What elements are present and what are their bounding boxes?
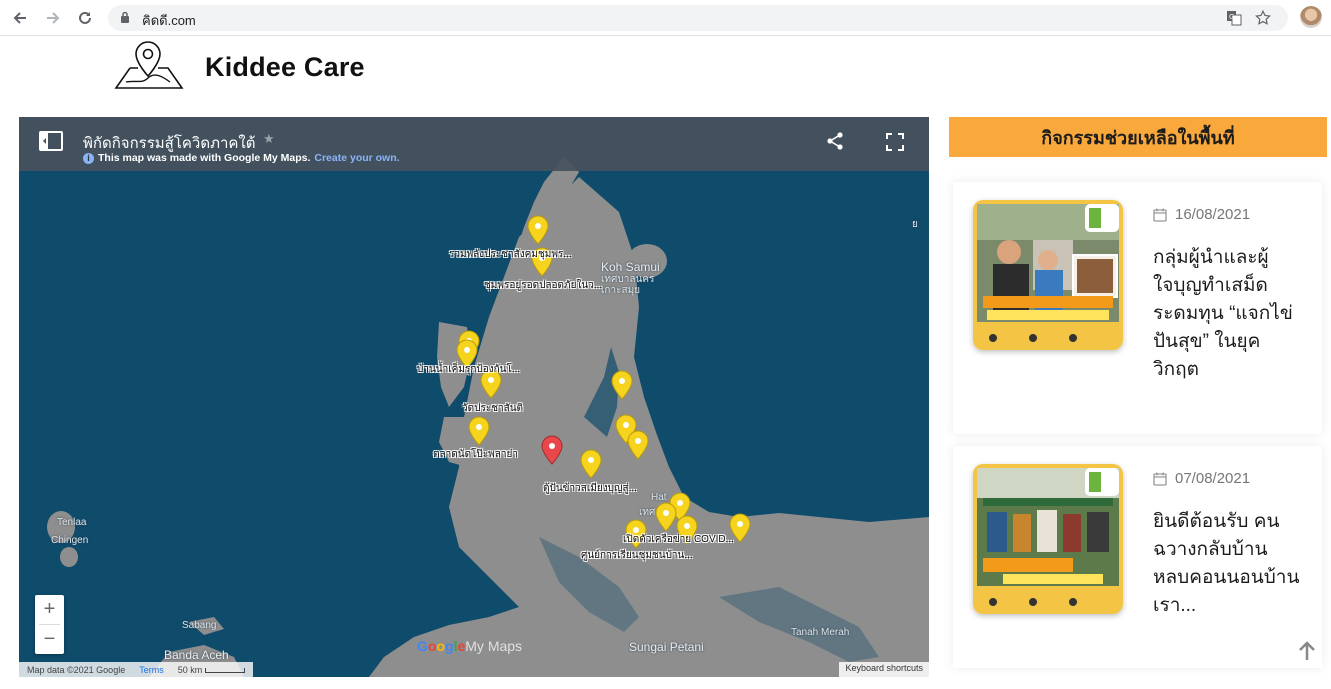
place-label-koh-samui: Koh Samui [601,260,660,274]
place-label-koh-samui-th: เทศบาลนคร เกาะสมุย [601,274,655,296]
map-title-bar: พิกัดกิจกรรมสู้โควิดภาคใต้ ★ i This map … [19,117,929,171]
logo-mymaps: My Maps [465,638,523,654]
share-icon[interactable] [825,131,845,156]
calendar-icon [1153,208,1167,222]
logo-letter: o [436,638,446,654]
place-label-banda-aceh: Banda Aceh [164,648,229,662]
map-data-credit: Map data ©2021 Google [27,664,126,675]
map-star-icon[interactable]: ★ [263,131,275,147]
browser-toolbar: คิดดี.com G [0,0,1331,36]
place-label-sungai-petani: Sungai Petani [629,640,704,654]
map-subtitle: i This map was made with Google My Maps.… [83,152,400,164]
map-pin-yellow[interactable] [580,449,602,479]
zoom-in-button[interactable]: + [35,595,64,624]
scale-bar: 50 km [178,665,245,675]
map-land [19,117,929,677]
zoom-out-button[interactable]: − [35,625,64,654]
map-legend-toggle-icon[interactable] [39,131,63,156]
calendar-icon [1153,472,1167,486]
bookmark-star-icon[interactable] [1254,9,1272,32]
map-pin-yellow[interactable] [611,370,633,400]
reload-icon[interactable] [73,6,97,30]
translate-icon[interactable]: G [1226,10,1242,31]
place-label-chingen: Chingen [51,535,89,546]
pin-label[interactable]: ศูนย์การเรียนชุมชนบ้าน... [581,548,693,563]
pin-label[interactable]: บ้านน้ำเค็มรุกป้องกันโ... [417,362,520,377]
svg-text:G: G [1229,13,1234,21]
news-card[interactable]: 16/08/2021 กลุ่มผู้นำและผู้ใจบุญทำเสม็ดร… [953,182,1322,434]
logo-letter: G [417,638,428,654]
news-thumbnail[interactable] [973,200,1123,350]
place-label-tanah-merah: Tanah Merah [791,627,850,638]
zoom-control: + − [35,595,64,654]
pin-label[interactable]: ชุมพรอยู่รอดปลอดภัยในว... [484,278,602,293]
scroll-to-top-icon[interactable] [1297,640,1317,667]
embedded-map[interactable]: พิกัดกิจกรรมสู้โควิดภาคใต้ ★ i This map … [19,117,929,677]
pin-label[interactable]: วัดประชาสันติ [462,401,523,416]
logo-letter: g [445,638,454,654]
map-pin-yellow[interactable] [527,215,549,245]
fullscreen-icon[interactable] [885,132,905,157]
url-text: คิดดี.com [142,13,196,28]
pin-label[interactable]: ตู้ปันข้าวสเมียงบุญสู่... [543,481,637,496]
news-thumbnail[interactable] [973,464,1123,614]
back-icon[interactable] [8,6,32,30]
address-bar[interactable]: คิดดี.com G [108,5,1288,31]
news-date-text: 16/08/2021 [1175,206,1251,223]
place-label-edge: ย [912,219,918,230]
map-pin-red[interactable] [541,435,563,465]
map-pin-yellow[interactable] [655,502,677,532]
profile-avatar[interactable] [1300,6,1322,28]
place-label-sabang: Sabang [182,620,217,631]
place-label-tenlaa: Tenlaa [57,517,87,528]
google-my-maps-logo: GoogleMy Maps [417,638,522,654]
pin-label[interactable]: เปิดตัวเครือข่าย COVID... [623,532,734,547]
map-pin-yellow[interactable] [468,416,490,446]
pin-label[interactable]: ตลาดนัดโป๊ะพลาย่า [433,447,518,462]
create-your-own-link[interactable]: Create your own. [314,152,399,164]
pin-label[interactable]: รวมพลังประชาสังคมชุมพร... [449,247,572,262]
news-date: 16/08/2021 [1153,206,1250,223]
map-subtitle-text: This map was made with Google My Maps. [98,152,311,164]
site-title[interactable]: Kiddee Care [205,52,365,83]
forward-icon[interactable] [41,6,65,30]
lock-icon [120,11,130,29]
sidebar-header: กิจกรรมช่วยเหลือในพื้นที่ [949,117,1327,157]
info-icon: i [83,152,94,164]
scale-text: 50 km [177,664,203,675]
terms-link[interactable]: Terms [139,665,164,675]
news-title[interactable]: ยินดีต้อนรับ คนฉวางกลับบ้านหลบคอนนอนบ้าน… [1153,508,1303,620]
news-title[interactable]: กลุ่มผู้นำและผู้ใจบุญทำเสม็ดระดมทุน “แจก… [1153,244,1303,384]
map-attribution: Map data ©2021 Google Terms 50 km [19,662,253,677]
news-date: 07/08/2021 [1153,470,1250,487]
keyboard-shortcuts-link[interactable]: Keyboard shortcuts [839,662,929,677]
place-label-hat-th: เทศ [639,507,656,518]
map-pin-yellow[interactable] [627,430,649,460]
news-date-text: 07/08/2021 [1175,470,1251,487]
news-card[interactable]: 07/08/2021 ยินดีต้อนรับ คนฉวางกลับบ้านหล… [953,446,1322,668]
location-logo-icon[interactable] [114,38,186,97]
